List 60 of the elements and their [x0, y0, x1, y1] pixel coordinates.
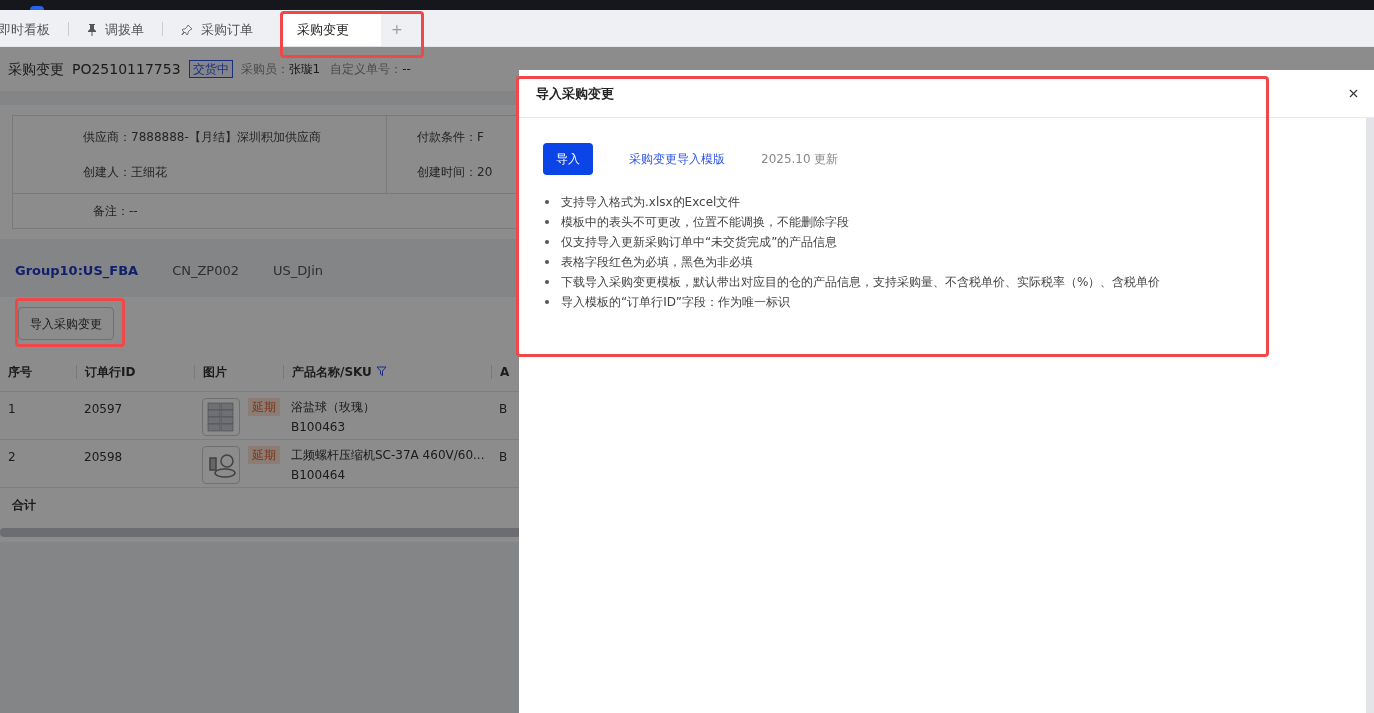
bullet-icon	[545, 220, 549, 224]
table-cell: 2	[8, 450, 16, 464]
product-thumbnail	[202, 398, 240, 436]
bullet-icon	[545, 280, 549, 284]
column-header: A	[500, 363, 510, 381]
logo-icon	[30, 6, 44, 10]
column-header: 序号	[8, 363, 32, 381]
import-button[interactable]: 导入	[543, 143, 593, 175]
bullet-icon	[545, 240, 549, 244]
table-cell: 20597	[84, 402, 123, 416]
table-cell: 1	[8, 402, 16, 416]
product-thumbnail	[202, 446, 240, 484]
column-header: 图片	[203, 363, 227, 381]
page-title: 采购变更	[8, 59, 64, 79]
page-tab[interactable]: 采购变更	[283, 13, 381, 46]
template-link[interactable]: 采购变更导入模版	[629, 150, 725, 168]
custom-number-label: 自定义单号：	[330, 62, 403, 76]
info-field: 创建人：王细花	[83, 163, 386, 181]
table-cell: B	[499, 450, 508, 464]
status-tag: 交货中	[188, 60, 233, 78]
group-tab[interactable]: US_DJin	[273, 261, 323, 281]
order-number: PO2510117753	[72, 59, 181, 79]
group-tab[interactable]: CN_ZP002	[172, 261, 239, 281]
buyer-label: 采购员：	[240, 62, 289, 76]
note-text: 模板中的表头不可更改，位置不能调换，不能删除字段	[561, 214, 849, 231]
column-header: 订单行ID	[85, 363, 136, 381]
scrollbar[interactable]	[1366, 118, 1374, 713]
note-text: 导入模板的“订单行ID”字段：作为唯一标识	[561, 294, 790, 311]
bullet-icon	[545, 300, 549, 304]
page-tab[interactable]: 采购订单	[163, 13, 271, 46]
product-sku: B100463	[291, 419, 347, 436]
info-field: 备注：--	[93, 204, 138, 218]
info-field: 付款条件：F	[417, 128, 1361, 146]
drawer-title: 导入采购变更	[536, 84, 614, 103]
close-icon[interactable]	[1347, 87, 1360, 100]
table-cell: 20598	[84, 450, 123, 464]
note-text: 仅支持导入更新采购订单中“未交货完成”的产品信息	[561, 234, 838, 251]
note-text: 支持导入格式为.xlsx的Excel文件	[561, 194, 741, 211]
pin-icon	[181, 23, 193, 36]
note-text: 表格字段红色为必填，黑色为非必填	[561, 254, 753, 271]
group-tab[interactable]: Group10:US_FBA	[15, 261, 139, 281]
buyer-name: 张璇1	[288, 62, 321, 76]
pin-icon	[87, 23, 97, 36]
note-text: 下载导入采购变更模板，默认带出对应目的仓的产品信息，支持采购量、不含税单价、实际税率（%）、含税单价	[561, 274, 1161, 291]
bullet-icon	[545, 260, 549, 264]
page-tab[interactable]: 调拨单	[69, 13, 162, 46]
update-note: 2025.10 更新	[761, 151, 839, 168]
info-field: 供应商：7888888-【月结】深圳积加供应商	[83, 128, 386, 146]
column-header: 产品名称/SKU	[292, 363, 372, 381]
product-sku: B100464	[291, 467, 347, 484]
bullet-icon	[545, 200, 549, 204]
filter-icon[interactable]	[375, 366, 387, 377]
table-cell: B	[499, 402, 508, 416]
total-label: 合计	[12, 497, 36, 514]
delay-tag: 延期	[248, 398, 280, 416]
product-name: 工频螺杆压缩机SC-37A 460V/60...	[291, 447, 486, 464]
import-change-button[interactable]: 导入采购变更	[18, 307, 114, 340]
delay-tag: 延期	[248, 446, 280, 464]
product-name: 浴盐球（玫瑰）	[291, 399, 376, 416]
custom-number-value: --	[402, 62, 411, 76]
